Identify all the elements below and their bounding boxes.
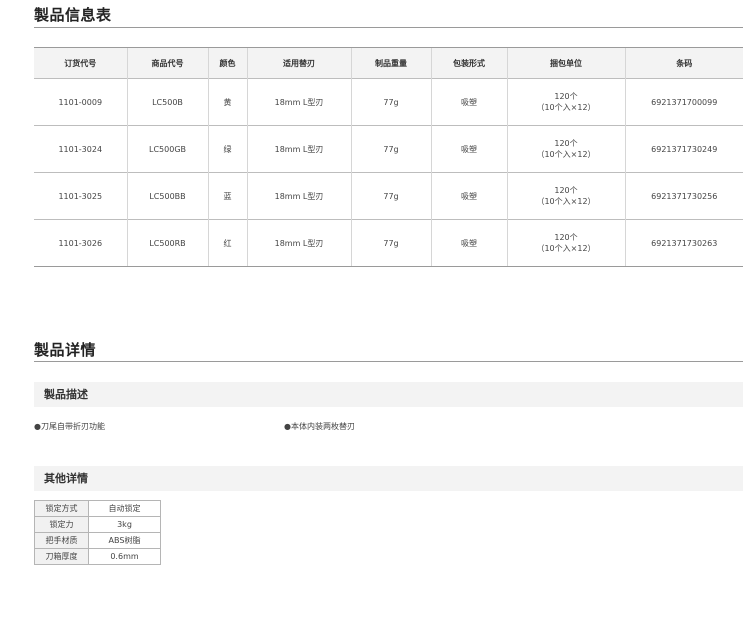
spec-table-header-row: 订货代号 商品代号 颜色 适用替刃 制品重量 包装形式 捆包单位 条码 [34, 47, 743, 79]
cell-blade: 18mm L型刃 [246, 125, 351, 173]
cell-barcode: 6921371730263 [624, 219, 743, 267]
property-row: 锁定力 3kg [34, 516, 161, 533]
cell-packaging: 吸塑 [430, 172, 507, 220]
unit-count: 120个 [554, 92, 578, 101]
unit-breakdown: （10个入×12） [536, 244, 596, 253]
detail-section-divider [34, 361, 743, 362]
cell-color: 黄 [207, 78, 247, 126]
cell-packaging: 吸塑 [430, 219, 507, 267]
header-packaging: 包装形式 [430, 47, 507, 79]
description-heading: 製品描述 [34, 382, 743, 407]
cell-packaging: 吸塑 [430, 78, 507, 126]
property-row: 把手材质 ABS树脂 [34, 532, 161, 549]
table-row: 1101-3025 LC500BB 蓝 18mm L型刃 77g 吸塑 120个… [34, 172, 743, 220]
header-unit: 捆包单位 [506, 47, 625, 79]
unit-breakdown: （10个入×12） [536, 103, 596, 112]
unit-count: 120个 [554, 139, 578, 148]
cell-blade: 18mm L型刃 [246, 219, 351, 267]
cell-order-code: 1101-3025 [34, 172, 127, 220]
property-value: 0.6mm [88, 548, 161, 565]
cell-weight: 77g [350, 172, 431, 220]
cell-color: 红 [207, 219, 247, 267]
cell-blade: 18mm L型刃 [246, 78, 351, 126]
cell-blade: 18mm L型刃 [246, 172, 351, 220]
cell-product-code: LC500RB [126, 219, 208, 267]
spec-section-divider [34, 27, 743, 28]
unit-breakdown: （10个入×12） [536, 197, 596, 206]
cell-order-code: 1101-3024 [34, 125, 127, 173]
cell-product-code: LC500BB [126, 172, 208, 220]
cell-order-code: 1101-0009 [34, 78, 127, 126]
unit-breakdown: （10个入×12） [536, 150, 596, 159]
other-details-heading: 其他详情 [34, 466, 743, 491]
cell-color: 绿 [207, 125, 247, 173]
table-row: 1101-3026 LC500RB 红 18mm L型刃 77g 吸塑 120个… [34, 219, 743, 267]
header-weight: 制品重量 [350, 47, 431, 79]
cell-color: 蓝 [207, 172, 247, 220]
feature-bullet: ●刀尾自带折刃功能 [34, 422, 105, 431]
property-key: 锁定力 [34, 516, 89, 533]
cell-product-code: LC500GB [126, 125, 208, 173]
header-barcode: 条码 [624, 47, 743, 79]
property-value: 自动锁定 [88, 500, 161, 517]
unit-count: 120个 [554, 233, 578, 242]
cell-product-code: LC500B [126, 78, 208, 126]
header-blade: 适用替刃 [246, 47, 351, 79]
properties-table: 锁定方式 自动锁定 锁定力 3kg 把手材质 ABS树脂 刀箱厚度 0.6mm [34, 500, 161, 565]
cell-unit: 120个 （10个入×12） [506, 125, 625, 173]
cell-unit: 120个 （10个入×12） [506, 219, 625, 267]
property-key: 锁定方式 [34, 500, 89, 517]
cell-unit: 120个 （10个入×12） [506, 78, 625, 126]
property-key: 刀箱厚度 [34, 548, 89, 565]
detail-section-title: 製品详情 [34, 341, 97, 359]
property-value: ABS树脂 [88, 532, 161, 549]
property-value: 3kg [88, 516, 161, 533]
spec-table: 订货代号 商品代号 颜色 适用替刃 制品重量 包装形式 捆包单位 条码 1101… [34, 47, 743, 267]
spec-section-title: 製品信息表 [34, 6, 112, 24]
table-row: 1101-0009 LC500B 黄 18mm L型刃 77g 吸塑 120个 （… [34, 78, 743, 126]
cell-order-code: 1101-3026 [34, 219, 127, 267]
cell-barcode: 6921371730249 [624, 125, 743, 173]
cell-packaging: 吸塑 [430, 125, 507, 173]
cell-weight: 77g [350, 125, 431, 173]
cell-barcode: 6921371700099 [624, 78, 743, 126]
unit-count: 120个 [554, 186, 578, 195]
property-row: 刀箱厚度 0.6mm [34, 548, 161, 565]
header-product-code: 商品代号 [126, 47, 208, 79]
header-color: 颜色 [207, 47, 247, 79]
cell-unit: 120个 （10个入×12） [506, 172, 625, 220]
feature-bullet: ●本体内装两枚替刃 [284, 422, 355, 431]
cell-weight: 77g [350, 219, 431, 267]
table-row: 1101-3024 LC500GB 绿 18mm L型刃 77g 吸塑 120个… [34, 125, 743, 173]
property-key: 把手材质 [34, 532, 89, 549]
property-row: 锁定方式 自动锁定 [34, 500, 161, 517]
cell-barcode: 6921371730256 [624, 172, 743, 220]
header-order-code: 订货代号 [34, 47, 127, 79]
cell-weight: 77g [350, 78, 431, 126]
